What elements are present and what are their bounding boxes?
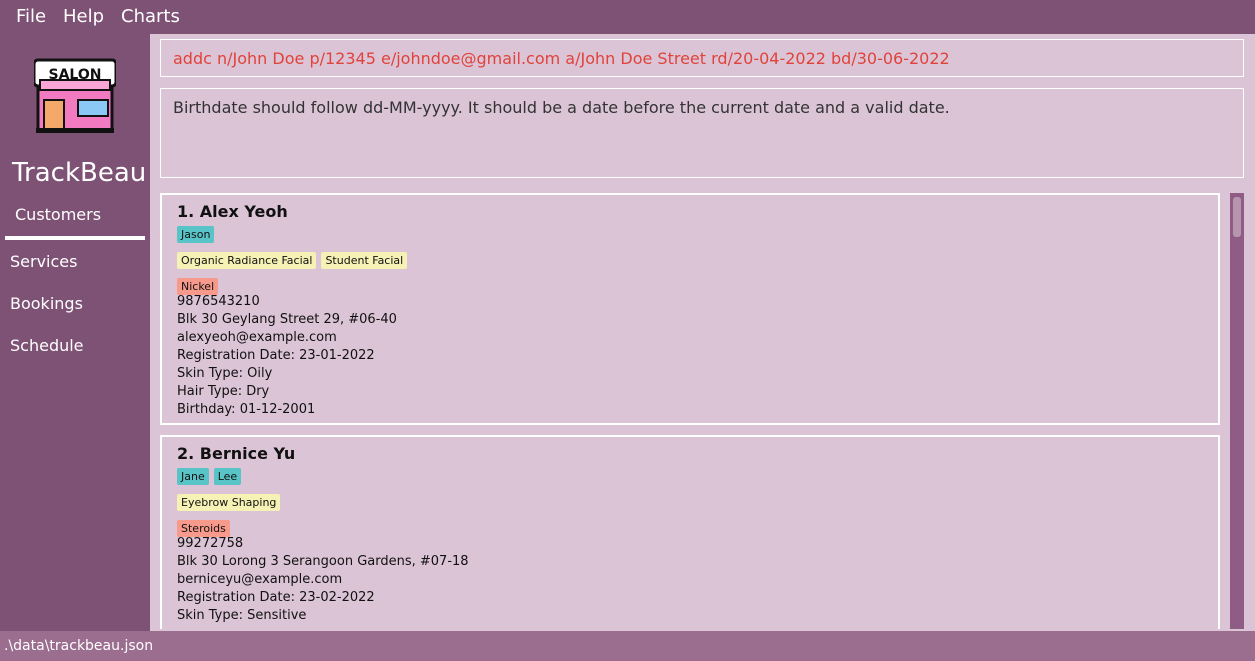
customer-phone: 9876543210 [177, 294, 260, 309]
customer-skin-type: Skin Type: Oily [177, 366, 273, 381]
customer-skin-type: Skin Type: Sensitive [177, 608, 307, 623]
menu-charts[interactable]: Charts [121, 6, 180, 27]
nav-services[interactable]: Services [10, 252, 77, 271]
allergy-tags: Steroids [177, 517, 235, 537]
result-message: Birthdate should follow dd-MM-yyyy. It s… [173, 98, 950, 117]
status-bar: .\data\trackbeau.json [0, 631, 1255, 661]
customer-hair-type: Hair Type: Dry [177, 384, 270, 399]
sidebar: SALON TrackBeau Customers Services Booki… [0, 34, 150, 631]
main-panel: addc n/John Doe p/12345 e/johndoe@gmail.… [150, 34, 1255, 631]
customer-name: 2. Bernice Yu [177, 444, 296, 463]
list-scrollbar[interactable] [1230, 193, 1244, 629]
customer-birthday: Birthday: 01-12-2001 [177, 402, 316, 417]
menu-file[interactable]: File [16, 6, 46, 27]
customer-list[interactable]: 1. Alex Yeoh Jason Organic Radiance Faci… [160, 193, 1220, 629]
allergy-tag: Steroids [177, 520, 230, 537]
customer-phone: 99272758 [177, 536, 244, 551]
customer-address: Blk 30 Geylang Street 29, #06-40 [177, 312, 397, 327]
command-box[interactable]: addc n/John Doe p/12345 e/johndoe@gmail.… [160, 39, 1244, 77]
nav-schedule[interactable]: Schedule [10, 336, 84, 355]
customer-name: 1. Alex Yeoh [177, 202, 288, 221]
result-display: Birthdate should follow dd-MM-yyyy. It s… [160, 88, 1244, 178]
nav-customers[interactable]: Customers [15, 205, 101, 224]
nav-active-indicator [5, 236, 145, 240]
service-tag: Student Facial [321, 252, 408, 269]
staff-tag: Lee [213, 468, 242, 485]
service-tags: Organic Radiance Facial Student Facial [177, 249, 412, 269]
customer-email: berniceyu@example.com [177, 572, 343, 587]
staff-tag: Jane [177, 468, 209, 485]
command-input[interactable]: addc n/John Doe p/12345 e/johndoe@gmail.… [173, 49, 950, 68]
customer-address: Blk 30 Lorong 3 Serangoon Gardens, #07-1… [177, 554, 469, 569]
customer-registration-date: Registration Date: 23-01-2022 [177, 348, 375, 363]
staff-tag: Jason [177, 226, 215, 243]
customer-card[interactable]: 2. Bernice Yu Jane Lee Eyebrow Shaping St… [160, 435, 1220, 629]
app-name: TrackBeau [12, 158, 147, 188]
menu-help[interactable]: Help [63, 6, 104, 27]
staff-tags: Jane Lee [177, 465, 246, 485]
customer-card[interactable]: 1. Alex Yeoh Jason Organic Radiance Faci… [160, 193, 1220, 425]
customer-registration-date: Registration Date: 23-02-2022 [177, 590, 375, 605]
nav-bookings[interactable]: Bookings [10, 294, 83, 313]
menu-bar: File Help Charts [0, 0, 1255, 34]
logo-text: SALON [49, 67, 102, 83]
service-tag: Eyebrow Shaping [177, 494, 281, 511]
scrollbar-thumb[interactable] [1233, 197, 1241, 237]
data-file-path: .\data\trackbeau.json [4, 638, 154, 654]
staff-tags: Jason [177, 223, 219, 243]
service-tags: Eyebrow Shaping [177, 491, 285, 511]
salon-logo-icon: SALON [34, 58, 116, 133]
customer-email: alexyeoh@example.com [177, 330, 337, 345]
allergy-tag: Nickel [177, 278, 219, 295]
service-tag: Organic Radiance Facial [177, 252, 317, 269]
allergy-tags: Nickel [177, 275, 223, 295]
